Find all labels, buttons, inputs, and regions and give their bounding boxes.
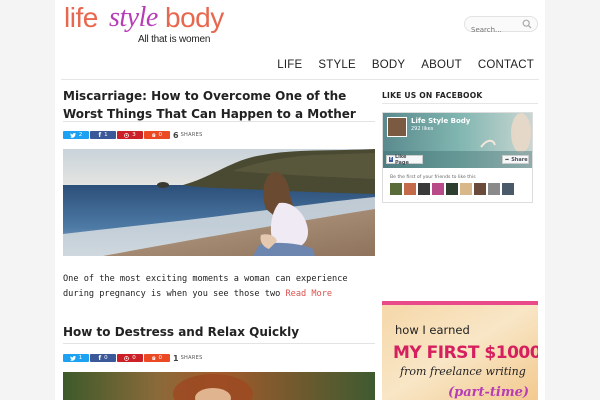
relax-woman-photo: [63, 372, 375, 400]
twitter-share-button[interactable]: 2: [63, 131, 89, 139]
facebook-page-avatar[interactable]: [387, 117, 407, 137]
site-logo[interactable]: life style body All that is women: [64, 3, 224, 47]
total-shares-count: 6: [173, 130, 179, 140]
stumbleupon-icon: ꞩ: [151, 131, 156, 139]
ad-line-4: (part-time): [448, 385, 529, 400]
fan-avatar[interactable]: [432, 183, 444, 195]
nav-item-body[interactable]: BODY: [372, 59, 405, 71]
twitter-icon: [69, 132, 76, 138]
facebook-like-page-button[interactable]: f Like Page: [386, 153, 423, 166]
facebook-page-widget[interactable]: Life Style Body 292 likes f Like Page ➦ …: [382, 112, 533, 203]
ad-line-2: MY FIRST $1000: [393, 343, 538, 363]
search-box[interactable]: [464, 16, 538, 37]
facebook-share-button[interactable]: f 0: [90, 354, 116, 362]
pinterest-icon: [124, 132, 130, 138]
pinterest-count: 3: [132, 132, 136, 138]
post-excerpt: One of the most exciting moments a woman…: [63, 272, 383, 302]
facebook-count: 0: [104, 355, 108, 361]
header-divider: [61, 79, 539, 80]
fan-avatar[interactable]: [460, 183, 472, 195]
ad-line-3: from freelance writing: [399, 365, 526, 378]
pinterest-share-button[interactable]: 0: [117, 354, 143, 362]
facebook-cover: Life Style Body 292 likes f Like Page ➦ …: [383, 113, 532, 168]
stumbleupon-count: 0: [158, 132, 163, 138]
pinterest-share-button[interactable]: 3: [117, 131, 143, 139]
nav-item-contact[interactable]: CONTACT: [478, 59, 534, 71]
page-container: life style body All that is women LIFE S…: [55, 0, 545, 400]
facebook-count: 1: [104, 132, 108, 138]
fan-avatar[interactable]: [418, 183, 430, 195]
post-image-relax[interactable]: [63, 372, 375, 400]
twitter-count: 1: [78, 355, 83, 361]
post-divider: [63, 343, 375, 344]
facebook-icon: f: [98, 354, 102, 362]
fan-avatar[interactable]: [446, 183, 458, 195]
ad-line-1: how I earned: [395, 323, 470, 337]
fan-avatar[interactable]: [474, 183, 486, 195]
pinterest-icon: [124, 355, 130, 361]
nav-item-life[interactable]: LIFE: [277, 59, 302, 71]
post-image-beach[interactable]: [63, 149, 375, 256]
post-title[interactable]: How to Destress and Relax Quickly: [63, 323, 375, 341]
twitter-icon: [69, 355, 76, 361]
stumbleupon-share-button[interactable]: ꞩ 0: [144, 354, 170, 362]
twitter-count: 2: [78, 132, 83, 138]
post-divider: [63, 121, 375, 122]
facebook-like-icon: f: [389, 157, 393, 162]
shares-label: SHARES: [180, 132, 203, 138]
nav-item-about[interactable]: ABOUT: [421, 59, 462, 71]
stumbleupon-icon: ꞩ: [151, 354, 156, 362]
share-arrow-icon: ➦: [505, 156, 510, 163]
share-label: Share: [511, 156, 528, 163]
logo-word-life: life: [64, 2, 98, 33]
twitter-share-button[interactable]: 1: [63, 354, 89, 362]
fan-avatar[interactable]: [502, 183, 514, 195]
facebook-widget-heading: LIKE US ON FACEBOOK: [382, 91, 483, 100]
logo-word-style: style: [109, 2, 158, 33]
sidebar-divider: [382, 103, 538, 104]
beach-woman-photo: [63, 149, 375, 256]
pinterest-count: 0: [132, 355, 136, 361]
like-page-label: Like Page: [394, 153, 409, 166]
fan-avatar[interactable]: [390, 183, 402, 195]
main-nav: LIFE STYLE BODY ABOUT CONTACT: [261, 59, 534, 71]
facebook-share-button[interactable]: f 1: [90, 131, 116, 139]
read-more-link[interactable]: Read More: [286, 289, 333, 299]
facebook-likes-count: 292 likes: [411, 126, 434, 132]
stumbleupon-count: 0: [158, 355, 163, 361]
search-icon[interactable]: [522, 19, 532, 29]
facebook-share-button[interactable]: ➦ Share: [502, 155, 529, 164]
logo-tagline: All that is women: [138, 34, 211, 45]
logo-word-body: body: [165, 2, 224, 33]
fan-avatar[interactable]: [488, 183, 500, 195]
fan-avatar[interactable]: [404, 183, 416, 195]
share-bar: 1 f 0 0 ꞩ 0 1 SHARES: [63, 353, 203, 363]
facebook-fan-faces: [390, 183, 514, 195]
facebook-friends-text: Be the first of your friends to like thi…: [390, 175, 476, 180]
total-shares-count: 1: [173, 353, 179, 363]
stumbleupon-share-button[interactable]: ꞩ 0: [144, 131, 170, 139]
facebook-page-name[interactable]: Life Style Body: [411, 117, 470, 125]
post-title[interactable]: Miscarriage: How to Overcome One of the …: [63, 87, 375, 123]
nav-item-style[interactable]: STYLE: [318, 59, 355, 71]
freelance-writing-ad[interactable]: how I earned MY FIRST $1000 from freelan…: [382, 301, 538, 400]
share-bar: 2 f 1 3 ꞩ 0 6 SHARES: [63, 130, 203, 140]
shares-label: SHARES: [180, 355, 203, 361]
facebook-icon: f: [98, 131, 102, 139]
search-input[interactable]: [465, 23, 521, 37]
ad-banner: how I earned MY FIRST $1000 from freelan…: [382, 301, 538, 400]
